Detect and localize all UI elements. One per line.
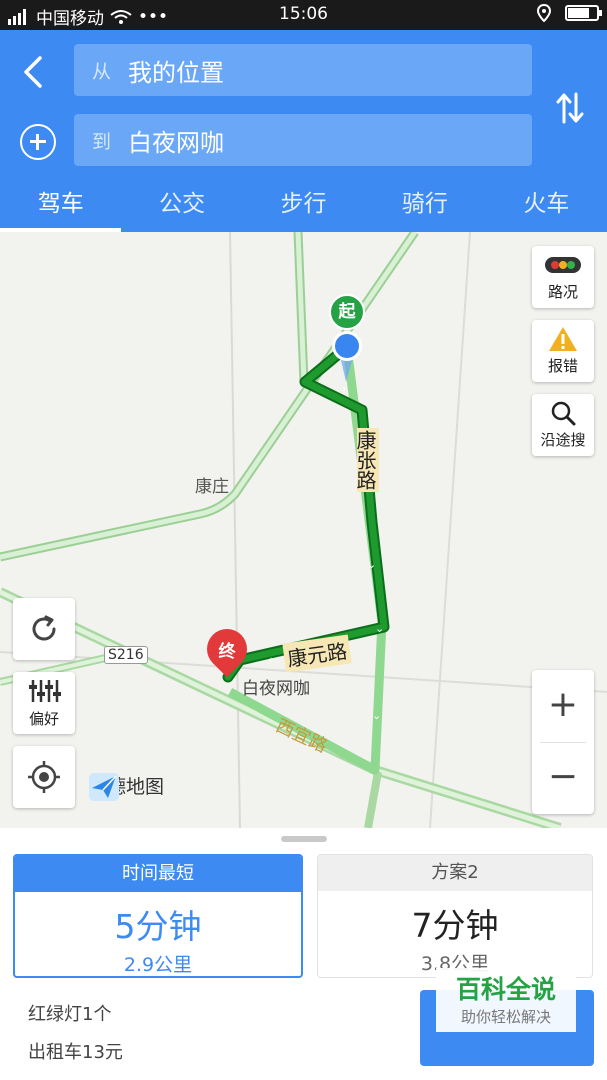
destination-value: 白夜网咖 [128,128,224,157]
route-option-1-duration: 5分钟 [114,907,202,946]
back-arrow-icon[interactable] [16,52,52,92]
tab-drive[interactable]: 驾车 [0,180,122,232]
route-option-1-distance: 2.9公里 [123,954,193,976]
svg-text:‹: ‹ [268,653,272,666]
tab-train[interactable]: 火车 [486,180,607,232]
search-icon [551,401,576,426]
add-waypoint-icon[interactable] [20,124,56,160]
road-badge-s216: S216 [104,646,148,664]
watermark-subtitle: 助你轻松解决 [460,1008,551,1026]
tab-walk[interactable]: 步行 [243,180,364,232]
start-marker-label: 起 [338,302,356,322]
paper-plane-icon [89,773,119,801]
route-option-2-tag: 方案2 [318,855,592,891]
route-option-1-tag: 时间最短 [15,856,301,892]
traffic-light-icon [545,257,581,273]
report-error-label: 报错 [547,357,578,375]
zoom-controls: + − [532,670,594,814]
warning-icon [549,327,577,351]
watermark: 百科全说 助你轻松解决 [436,968,576,1032]
location-icon [537,4,551,22]
start-marker[interactable]: 起 [329,294,365,330]
battery-icon [565,5,602,21]
preference-button[interactable]: 偏好 [13,672,75,734]
drag-handle[interactable] [281,836,327,842]
swap-icon[interactable] [554,88,586,128]
svg-text:›: › [342,382,346,395]
svg-text:⌄: ⌄ [372,709,381,722]
locate-button[interactable] [13,746,75,808]
preference-label: 偏好 [28,710,59,728]
traffic-lights-info: 红绿灯1个 [28,1004,112,1025]
origin-prefix: 从 [92,60,112,83]
tab-bike[interactable]: 骑行 [364,180,485,232]
route-header: 从 我的位置 到 白夜网咖 驾车 公交 步行 骑行 火车 [0,30,607,232]
route-option-1[interactable]: 时间最短 5分钟 2.9公里 [13,854,303,978]
taxi-fare-info: 出租车13元 [28,1042,123,1063]
refresh-button[interactable] [13,598,75,660]
search-along-label: 沿途搜 [540,431,586,449]
road-label-kangzhang: 康张路 [353,428,379,492]
refresh-icon [32,615,56,641]
travel-mode-tabs: 驾车 公交 步行 骑行 火车 [0,180,607,232]
sliders-icon [29,680,61,702]
status-time: 15:06 [279,4,328,24]
report-error-button[interactable]: 报错 [532,320,594,382]
route-option-2[interactable]: 方案2 7分钟 3.8公里 [317,854,593,978]
zoom-in-button[interactable]: + [532,670,594,742]
origin-field[interactable]: 从 我的位置 [74,44,532,96]
amap-logo: 高德地图 [88,772,164,801]
map-view[interactable]: › ⌄ ⌄ ‹ ⌄ 起 终 康庄 S216 白夜网咖 康张路 康元路 西宜路 路… [0,232,607,828]
place-label-kangzhuang: 康庄 [195,477,229,497]
search-along-button[interactable]: 沿途搜 [532,394,594,456]
origin-value: 我的位置 [128,58,224,87]
svg-text:⌄: ⌄ [367,558,376,571]
end-marker-label: 终 [218,642,236,662]
status-bar: 中国移动 ••• 15:06 [0,0,607,30]
watermark-title: 百科全说 [455,975,556,1004]
route-option-2-duration: 7分钟 [411,906,499,945]
traffic-button[interactable]: 路况 [532,246,594,308]
traffic-label: 路况 [547,283,578,301]
destination-field[interactable]: 到 白夜网咖 [74,114,532,166]
locate-icon [28,761,60,793]
zoom-out-button[interactable]: − [532,742,594,814]
route-panel: 时间最短 5分钟 2.9公里 方案2 7分钟 3.8公里 红绿灯1个 出租车13… [0,828,607,1080]
destination-prefix: 到 [92,130,112,153]
destination-label: 白夜网咖 [242,679,310,699]
tab-transit[interactable]: 公交 [121,180,242,232]
svg-text:⌄: ⌄ [375,622,384,635]
